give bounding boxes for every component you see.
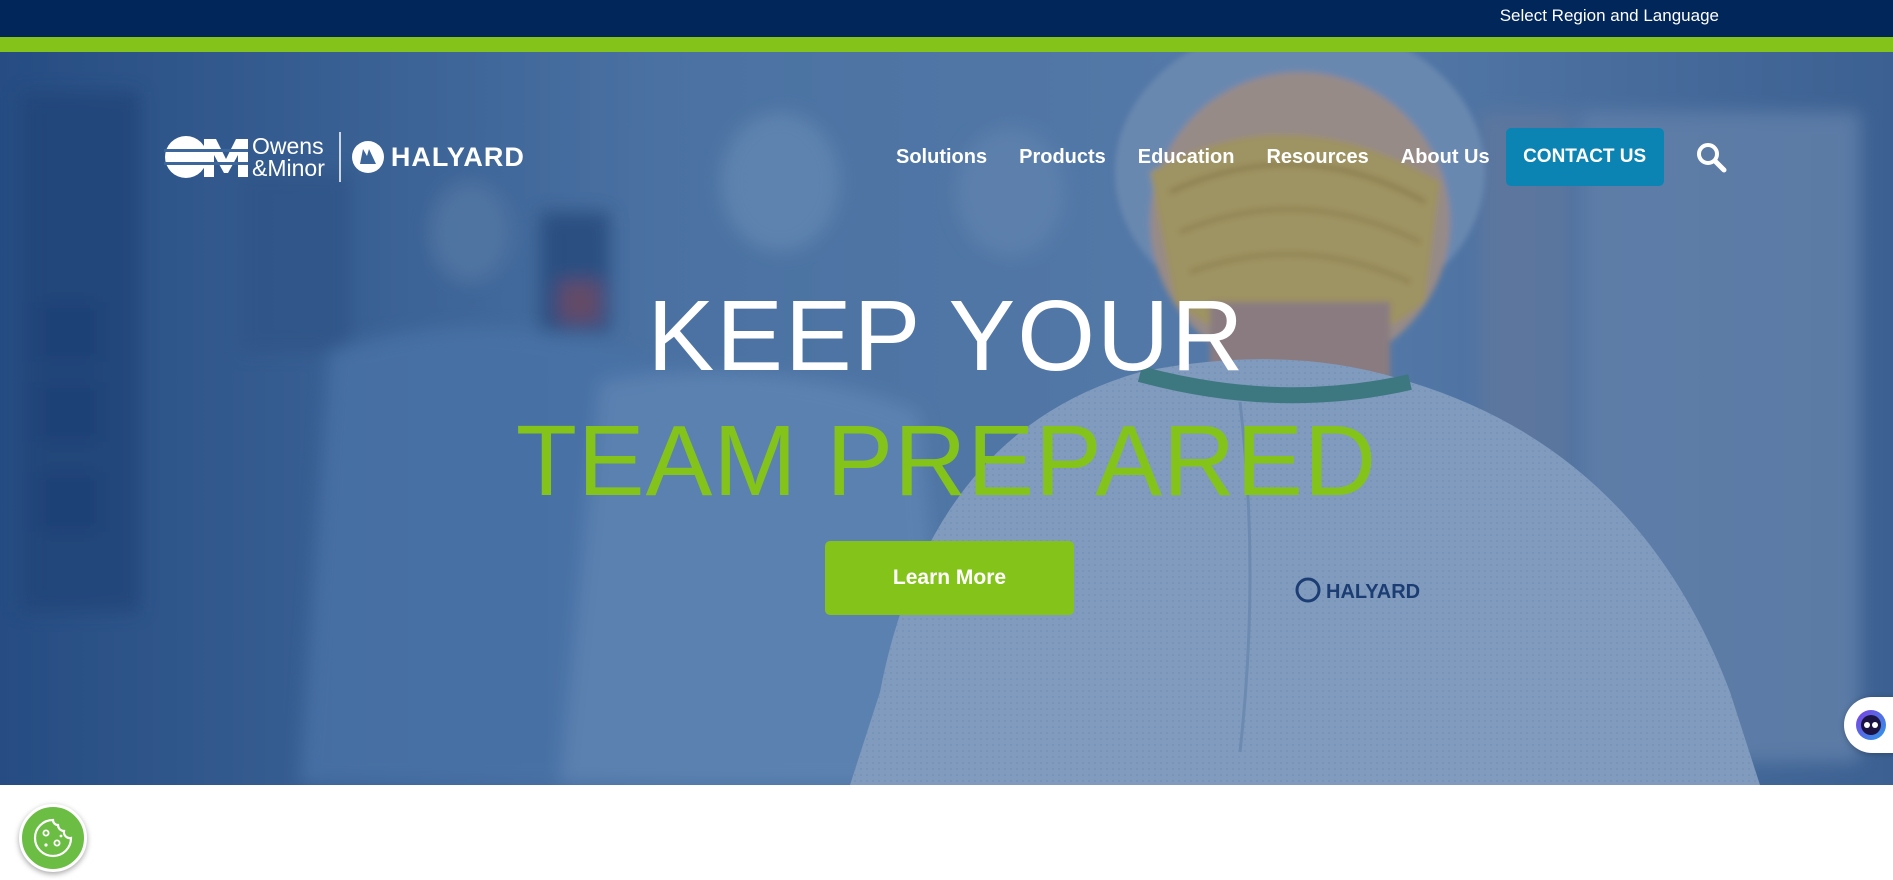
- owens-minor-logo: Owens &Minor: [164, 133, 325, 181]
- hero-banner: HALYARD Owens &Minor HALYARD Solutions P…: [0, 52, 1893, 785]
- nav-about-us[interactable]: About Us: [1385, 128, 1506, 186]
- nav-education[interactable]: Education: [1122, 128, 1251, 186]
- cookie-icon: [33, 818, 73, 858]
- logo-owens-text: Owens: [252, 133, 324, 159]
- cookie-settings-button[interactable]: [19, 804, 87, 872]
- search-icon: [1696, 143, 1727, 173]
- chat-assistant-icon: [1856, 710, 1886, 740]
- brand-stripe: [0, 37, 1893, 52]
- nav-products[interactable]: Products: [1003, 128, 1122, 186]
- learn-more-button[interactable]: Learn More: [825, 541, 1074, 615]
- hero-headline-line1: KEEP YOUR: [647, 280, 1246, 392]
- nav-solutions[interactable]: Solutions: [880, 128, 1003, 186]
- logo-minor-text: &Minor: [252, 155, 325, 181]
- contact-us-button[interactable]: CONTACT US: [1505, 128, 1664, 186]
- main-nav: Solutions Products Education Resources A…: [880, 128, 1728, 186]
- chat-assistant-button[interactable]: [1844, 697, 1893, 753]
- search-button[interactable]: [1694, 140, 1728, 174]
- hero-headline-line2: TEAM PREPARED: [515, 405, 1378, 517]
- top-utility-bar: Select Region and Language: [0, 0, 1893, 37]
- site-logo[interactable]: Owens &Minor HALYARD: [164, 132, 525, 182]
- om-mark-icon: [164, 136, 248, 178]
- nav-resources[interactable]: Resources: [1250, 128, 1384, 186]
- halyard-logo: HALYARD: [351, 140, 525, 174]
- select-region-language-link[interactable]: Select Region and Language: [1500, 6, 1719, 26]
- halyard-mark-icon: [351, 141, 384, 173]
- logo-halyard-text: HALYARD: [390, 141, 525, 172]
- logo-divider: [338, 132, 341, 182]
